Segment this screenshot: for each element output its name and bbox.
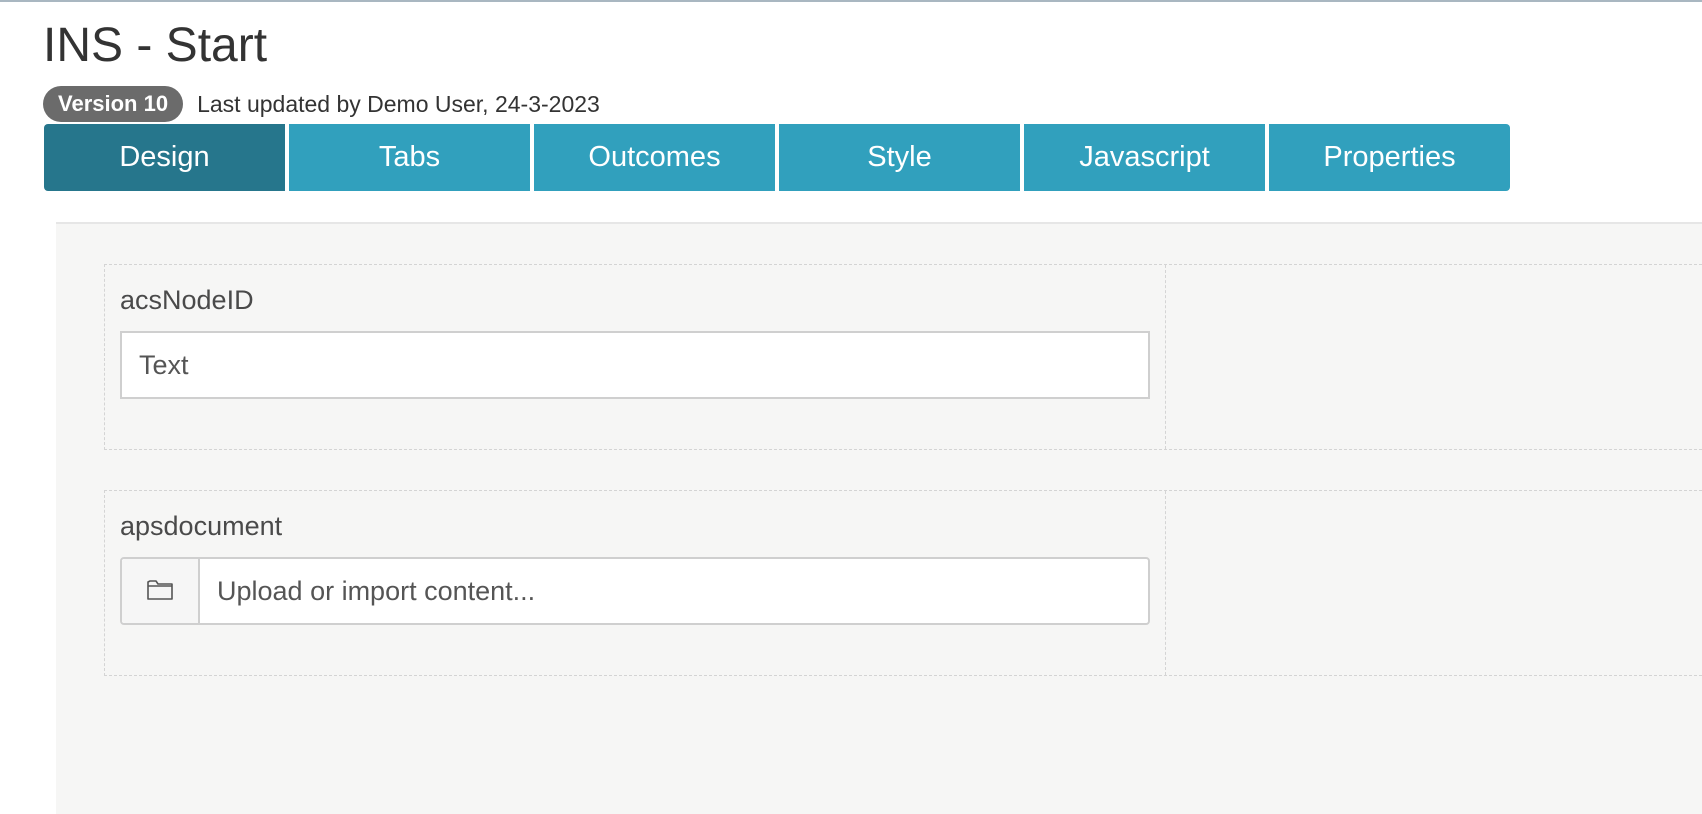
- tab-style[interactable]: Style: [779, 124, 1020, 191]
- tab-outcomes[interactable]: Outcomes: [534, 124, 775, 191]
- field-label-apsdocument: apsdocument: [120, 511, 283, 541]
- cell-divider: [1165, 265, 1166, 449]
- form-row-acsnodeid[interactable]: acsNodeID Text: [104, 264, 1702, 450]
- apsdocument-upload-field[interactable]: Upload or import content...: [120, 557, 1150, 625]
- form-row-apsdocument[interactable]: apsdocument Upload or import content...: [104, 490, 1702, 676]
- folder-icon: [146, 577, 174, 606]
- editor-tabs: Design Tabs Outcomes Style Javascript Pr…: [44, 124, 1510, 191]
- page-title: INS - Start: [43, 19, 268, 72]
- tab-design[interactable]: Design: [44, 124, 285, 191]
- tab-tabs[interactable]: Tabs: [289, 124, 530, 191]
- meta-row: Version 10 Last updated by Demo User, 24…: [43, 86, 600, 122]
- version-badge: Version 10: [43, 86, 184, 122]
- upload-placeholder[interactable]: Upload or import content...: [200, 559, 1148, 623]
- design-canvas: acsNodeID Text apsdocument Upload or imp…: [56, 222, 1702, 814]
- tab-javascript[interactable]: Javascript: [1024, 124, 1265, 191]
- last-updated-text: Last updated by Demo User, 24-3-2023: [197, 90, 600, 117]
- tab-properties[interactable]: Properties: [1269, 124, 1510, 191]
- field-label-acsnodeid: acsNodeID: [120, 285, 254, 315]
- acsnodeid-text-field[interactable]: Text: [120, 331, 1150, 399]
- cell-divider: [1165, 491, 1166, 675]
- top-rule: [0, 0, 1702, 2]
- upload-folder-button[interactable]: [122, 559, 200, 623]
